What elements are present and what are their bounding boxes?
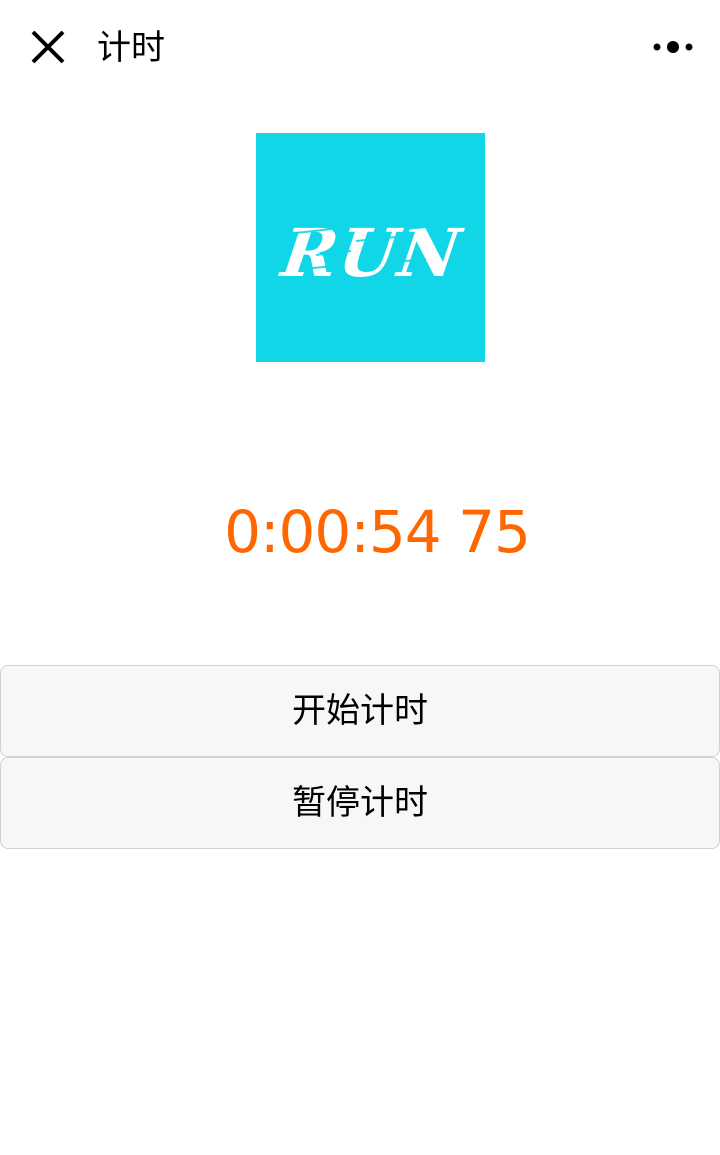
- page-title: 计时: [97, 28, 165, 68]
- timer-page: 计时 RUN 0:00:54 75 开始计时 暂停计时: [0, 0, 720, 1155]
- start-timer-button[interactable]: 开始计时: [0, 665, 720, 757]
- top-nav-bar: 计时: [0, 0, 720, 96]
- run-logo: RUN: [256, 133, 485, 362]
- more-dots-icon: [648, 30, 696, 64]
- close-icon: [26, 26, 70, 70]
- timer-display: 0:00:54 75: [224, 498, 531, 566]
- pause-timer-button[interactable]: 暂停计时: [0, 757, 720, 849]
- more-options-button[interactable]: [648, 30, 696, 64]
- close-button[interactable]: [26, 26, 70, 70]
